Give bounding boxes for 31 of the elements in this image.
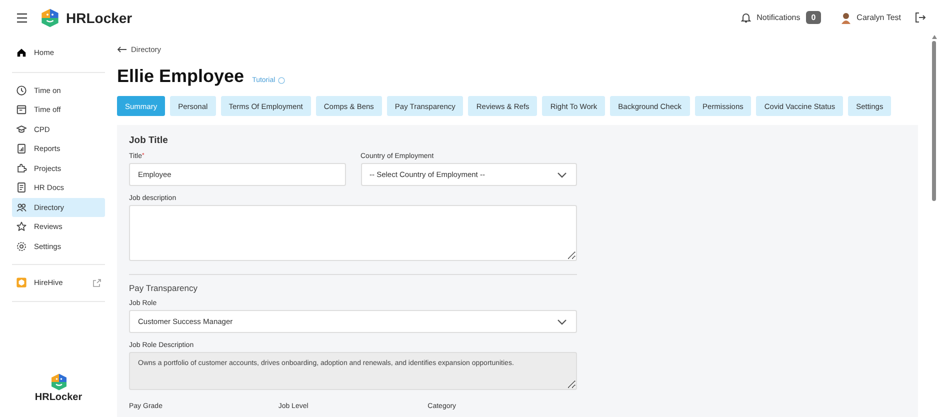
document-icon [16,182,27,194]
avatar-icon[interactable] [840,12,851,24]
logo-icon [40,8,60,28]
home-icon [16,47,27,58]
arrow-left-icon [117,46,127,53]
calendar-icon [16,104,27,116]
section-heading: Pay Transparency [129,283,199,293]
star-icon [16,221,27,232]
scroll-up-icon[interactable] [932,35,936,39]
logout-icon[interactable] [915,12,926,23]
hexagon-icon [16,277,27,288]
menu-icon[interactable] [16,12,28,22]
notifications-link[interactable]: Notifications [756,13,800,22]
brand-name: HRLocker [34,392,82,403]
bell-icon[interactable] [740,12,751,23]
page-title: Ellie Employee [117,66,244,87]
user-name[interactable]: Caralyn Test [856,13,901,22]
section-heading: Job Title [129,135,169,146]
notification-count: 0 [806,11,821,24]
logo-icon [50,373,68,391]
job-description-field[interactable] [129,205,577,261]
people-icon [16,202,27,213]
puzzle-icon [16,162,27,174]
scrollbar-thumb[interactable] [932,41,936,201]
external-link-icon[interactable] [93,278,101,287]
graduation-cap-icon [16,124,27,135]
help-icon [278,77,286,84]
clock-icon [16,84,27,96]
report-icon [16,143,27,154]
settings-icon [16,240,27,252]
brand-name: HRLocker [66,10,132,26]
